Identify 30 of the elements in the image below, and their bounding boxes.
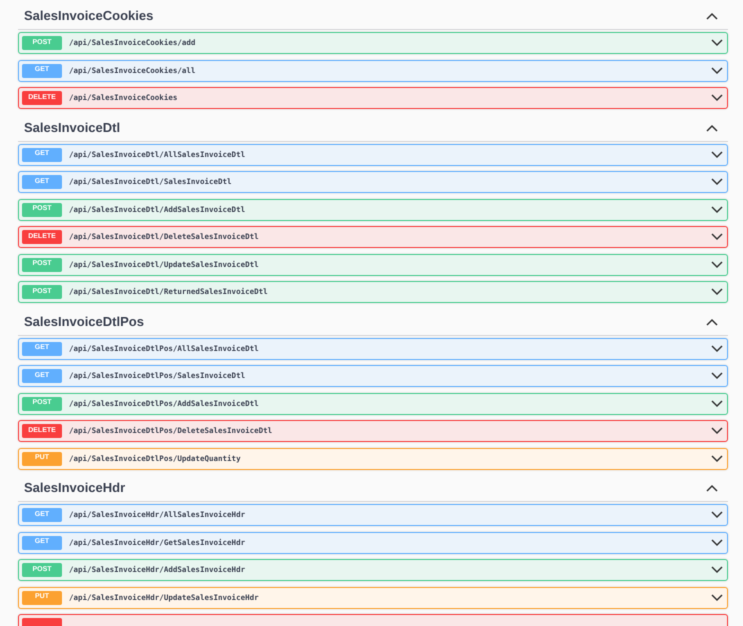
chevron-down-icon[interactable] — [711, 233, 723, 241]
chevron-down-icon[interactable] — [711, 511, 723, 519]
section-header[interactable]: SalesInvoiceHdr — [18, 475, 728, 502]
chevron-down-icon[interactable] — [711, 566, 723, 574]
section-header[interactable]: SalesInvoiceCookies — [18, 3, 728, 30]
chevron-down-icon[interactable] — [711, 94, 723, 102]
chevron-down-icon[interactable] — [711, 372, 723, 380]
chevron-up-icon[interactable] — [706, 12, 718, 20]
chevron-down-icon[interactable] — [711, 206, 723, 214]
section-title: SalesInvoiceHdr — [24, 479, 126, 498]
chevron-down-icon[interactable] — [711, 427, 723, 435]
chevron-down-icon[interactable] — [711, 150, 723, 158]
section-title: SalesInvoiceCookies — [24, 7, 154, 26]
chevron-down-icon[interactable] — [711, 594, 723, 602]
chevron-down-icon[interactable] — [711, 66, 723, 74]
section-header[interactable]: SalesInvoiceDtl — [18, 114, 728, 142]
chevron-down-icon[interactable] — [711, 288, 723, 296]
section-title: SalesInvoiceDtlPos — [24, 312, 144, 331]
chevron-down-icon[interactable] — [711, 538, 723, 546]
chevron-down-icon[interactable] — [711, 344, 723, 352]
chevron-down-icon[interactable] — [711, 400, 723, 408]
chevron-down-icon[interactable] — [711, 454, 723, 462]
section-header[interactable]: SalesInvoiceDtlPos — [18, 308, 728, 336]
chevron-up-icon[interactable] — [706, 484, 718, 492]
chevron-down-icon[interactable] — [711, 260, 723, 268]
chevron-up-icon[interactable] — [706, 318, 718, 326]
section-title: SalesInvoiceDtl — [24, 118, 120, 137]
chevron-up-icon[interactable] — [706, 124, 718, 132]
chevron-down-icon[interactable] — [711, 39, 723, 47]
chevron-down-icon[interactable] — [711, 178, 723, 186]
